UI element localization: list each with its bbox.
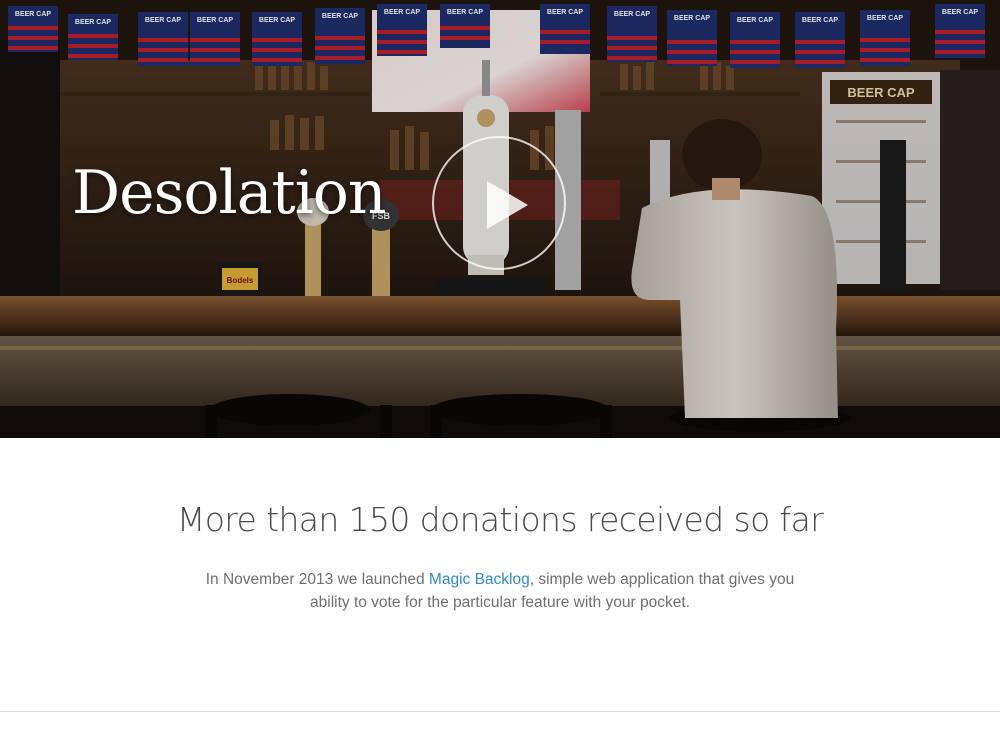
desc-text-start: In November 2013 we launched [205, 571, 429, 588]
section-divider [0, 711, 1000, 712]
play-icon [487, 181, 528, 229]
donations-description: In November 2013 we launched Magic Backl… [200, 568, 800, 614]
hero-title: Desolation [72, 158, 387, 228]
hero-banner: BEER CAP FSB Bodels BEER CAP BEER CAP BE… [0, 0, 1000, 438]
donations-section: More than 150 donations received so far … [0, 438, 1000, 722]
magic-backlog-link[interactable]: Magic Backlog [429, 571, 530, 588]
donations-headline: More than 150 donations received so far [176, 500, 824, 539]
play-video-button[interactable] [432, 136, 566, 270]
